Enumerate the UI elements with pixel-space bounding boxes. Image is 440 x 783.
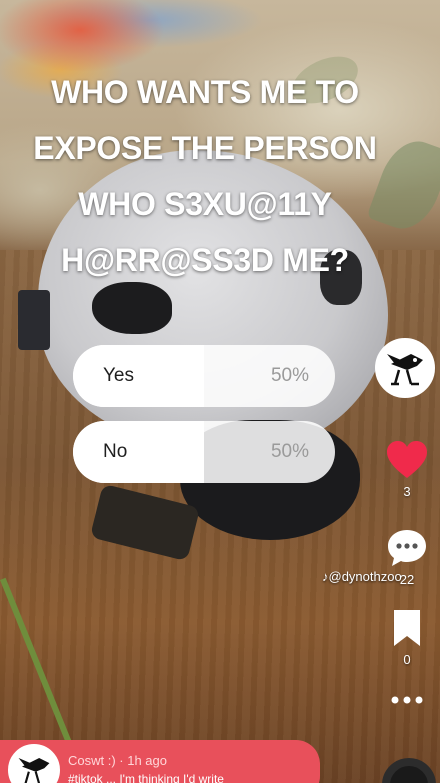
creator-avatar[interactable] <box>375 338 435 398</box>
heart-icon <box>387 441 427 478</box>
question-line: WHO S3XU@11Y <box>78 186 332 222</box>
poll-fill <box>73 345 204 407</box>
comment-bubble-icon <box>388 530 426 566</box>
mask-eye-hole <box>92 282 172 334</box>
mask-strap <box>18 290 50 350</box>
more-button[interactable] <box>382 695 432 705</box>
crow-drawing-icon <box>387 354 423 386</box>
question-line: EXPOSE THE PERSON <box>33 130 377 166</box>
poll-option-percent: 50% <box>270 441 309 462</box>
comment-text: #tiktok ... I'm thinking I'd write <box>68 772 224 783</box>
comment-username: Coswt :) <box>68 753 116 768</box>
save-count: 0 <box>403 652 411 667</box>
poll-fill <box>73 421 204 483</box>
poll-option-yes[interactable]: Yes 50% <box>73 345 335 407</box>
watermark-handle-tail: zoo <box>380 569 402 584</box>
crow-drawing-icon <box>18 758 50 783</box>
bookmark-icon <box>394 610 420 646</box>
poll-option-label: Yes <box>103 365 134 386</box>
question-line: WHO WANTS ME TO <box>51 74 359 110</box>
comment-meta: Coswt :) · 1h ago <box>68 753 167 768</box>
more-dots-icon <box>391 696 423 704</box>
comment-time: 1h ago <box>127 753 167 768</box>
poll-option-label: No <box>103 441 128 462</box>
tiktok-watermark: ♪@dynothzoo <box>322 569 402 584</box>
poll-option-percent: 50% <box>270 365 309 386</box>
watermark-handle: @dynoth <box>328 569 381 584</box>
question-line: H@RR@SS3D ME? <box>61 242 349 278</box>
like-count: 3 <box>403 484 411 499</box>
question-text: WHO WANTS ME TO EXPOSE THE PERSON WHO S3… <box>0 64 410 288</box>
like-button[interactable]: 3 <box>382 440 432 499</box>
poll-option-no[interactable]: No 50% <box>73 421 335 483</box>
save-button[interactable]: 0 <box>382 608 432 667</box>
